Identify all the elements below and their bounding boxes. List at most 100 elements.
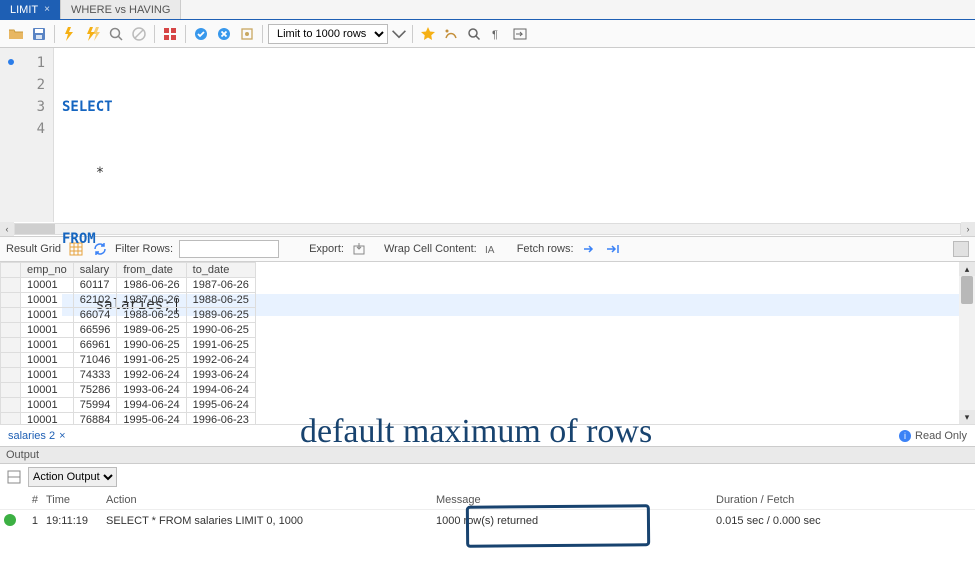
row-header[interactable]: [1, 278, 21, 293]
grid-vscrollbar[interactable]: ▴ ▾: [959, 262, 975, 424]
table-cell[interactable]: 1990-06-25: [117, 338, 186, 353]
table-cell[interactable]: 1987-06-26: [186, 278, 255, 293]
table-row[interactable]: 10001669611990-06-251991-06-25: [1, 338, 256, 353]
table-row[interactable]: 10001752861993-06-241994-06-24: [1, 383, 256, 398]
scroll-thumb[interactable]: [15, 224, 55, 234]
table-cell[interactable]: 76884: [73, 413, 117, 425]
row-header[interactable]: [1, 293, 21, 308]
favorite-icon[interactable]: [418, 24, 438, 44]
table-cell[interactable]: 75286: [73, 383, 117, 398]
table-cell[interactable]: 1988-06-25: [186, 293, 255, 308]
limit-rows-select[interactable]: Limit to 1000 rows: [268, 24, 388, 44]
table-cell[interactable]: 66961: [73, 338, 117, 353]
table-cell[interactable]: 1993-06-24: [117, 383, 186, 398]
wrapping-icon[interactable]: [510, 24, 530, 44]
result-tab[interactable]: salaries 2 ×: [8, 430, 66, 442]
table-cell[interactable]: 1986-06-26: [117, 278, 186, 293]
table-cell[interactable]: 10001: [21, 368, 74, 383]
output-layout-icon[interactable]: [6, 469, 22, 485]
table-cell[interactable]: 1991-06-25: [117, 353, 186, 368]
line-number: 1: [37, 55, 45, 71]
table-cell[interactable]: 1989-06-25: [117, 323, 186, 338]
row-header[interactable]: [1, 323, 21, 338]
table-cell[interactable]: 60117: [73, 278, 117, 293]
table-cell[interactable]: 1988-06-25: [117, 308, 186, 323]
beautify-icon[interactable]: [441, 24, 461, 44]
col-header[interactable]: emp_no: [21, 263, 74, 278]
result-grid[interactable]: emp_nosalaryfrom_dateto_date100016011719…: [0, 262, 256, 424]
close-icon[interactable]: ×: [44, 4, 50, 15]
explain-icon[interactable]: [106, 24, 126, 44]
scroll-up-icon[interactable]: ▴: [959, 262, 975, 276]
table-cell[interactable]: 1992-06-24: [186, 353, 255, 368]
open-file-icon[interactable]: [6, 24, 26, 44]
table-cell[interactable]: 71046: [73, 353, 117, 368]
col-header[interactable]: salary: [73, 263, 117, 278]
table-row[interactable]: 10001601171986-06-261987-06-26: [1, 278, 256, 293]
output-row[interactable]: 1 19:11:19 SELECT * FROM salaries LIMIT …: [0, 510, 975, 532]
table-cell[interactable]: 1991-06-25: [186, 338, 255, 353]
stop-icon[interactable]: [129, 24, 149, 44]
table-cell[interactable]: 1993-06-24: [186, 368, 255, 383]
scroll-left-icon[interactable]: ‹: [0, 222, 14, 236]
row-header[interactable]: [1, 308, 21, 323]
table-cell[interactable]: 66074: [73, 308, 117, 323]
table-cell[interactable]: 10001: [21, 383, 74, 398]
tab-label: WHERE vs HAVING: [71, 4, 170, 16]
table-row[interactable]: 10001759941994-06-241995-06-24: [1, 398, 256, 413]
row-header[interactable]: [1, 368, 21, 383]
table-cell[interactable]: 10001: [21, 323, 74, 338]
toggle-autocommit-icon[interactable]: [160, 24, 180, 44]
table-cell[interactable]: 1987-06-26: [117, 293, 186, 308]
invisible-chars-icon[interactable]: ¶: [487, 24, 507, 44]
rollback-icon[interactable]: [214, 24, 234, 44]
scroll-down-icon[interactable]: ▾: [959, 410, 975, 424]
commit-icon[interactable]: [191, 24, 211, 44]
output-type-select[interactable]: Action Output: [28, 467, 117, 487]
find-icon[interactable]: [464, 24, 484, 44]
table-cell[interactable]: 10001: [21, 278, 74, 293]
table-cell[interactable]: 1989-06-25: [186, 308, 255, 323]
table-cell[interactable]: 75994: [73, 398, 117, 413]
table-row[interactable]: 10001665961989-06-251990-06-25: [1, 323, 256, 338]
table-cell[interactable]: 1995-06-24: [117, 413, 186, 425]
table-cell[interactable]: 74333: [73, 368, 117, 383]
scroll-thumb[interactable]: [961, 276, 973, 304]
table-cell[interactable]: 1990-06-25: [186, 323, 255, 338]
table-cell[interactable]: 1996-06-23: [186, 413, 255, 425]
toggle-whitespace-icon[interactable]: [237, 24, 257, 44]
table-row[interactable]: 10001660741988-06-251989-06-25: [1, 308, 256, 323]
table-cell[interactable]: 10001: [21, 293, 74, 308]
code-area[interactable]: SELECT * FROM salaries;: [54, 48, 975, 222]
table-cell[interactable]: 10001: [21, 338, 74, 353]
save-icon[interactable]: [29, 24, 49, 44]
tab-limit[interactable]: LIMIT ×: [0, 0, 61, 19]
table-cell[interactable]: 66596: [73, 323, 117, 338]
col-header[interactable]: to_date: [186, 263, 255, 278]
tab-where-vs-having[interactable]: WHERE vs HAVING: [61, 0, 181, 19]
close-icon[interactable]: ×: [59, 430, 65, 442]
table-cell[interactable]: 10001: [21, 413, 74, 425]
execute-icon[interactable]: [60, 24, 80, 44]
table-cell[interactable]: 62102: [73, 293, 117, 308]
row-header[interactable]: [1, 398, 21, 413]
table-cell[interactable]: 10001: [21, 353, 74, 368]
table-row[interactable]: 10001743331992-06-241993-06-24: [1, 368, 256, 383]
row-header[interactable]: [1, 413, 21, 425]
table-row[interactable]: 10001768841995-06-241996-06-23: [1, 413, 256, 425]
sql-editor[interactable]: 1 2 3 4 SELECT * FROM salaries;: [0, 48, 975, 222]
table-cell[interactable]: 10001: [21, 398, 74, 413]
table-row[interactable]: 10001710461991-06-251992-06-24: [1, 353, 256, 368]
table-cell[interactable]: 1995-06-24: [186, 398, 255, 413]
table-cell[interactable]: 1992-06-24: [117, 368, 186, 383]
row-header[interactable]: [1, 353, 21, 368]
row-header[interactable]: [1, 338, 21, 353]
table-cell[interactable]: 10001: [21, 308, 74, 323]
table-row[interactable]: 10001621021987-06-261988-06-25: [1, 293, 256, 308]
row-header[interactable]: [1, 383, 21, 398]
table-cell[interactable]: 1994-06-24: [186, 383, 255, 398]
table-cell[interactable]: 1994-06-24: [117, 398, 186, 413]
col-header[interactable]: from_date: [117, 263, 186, 278]
scroll-track[interactable]: [959, 276, 975, 410]
execute-current-icon[interactable]: [83, 24, 103, 44]
